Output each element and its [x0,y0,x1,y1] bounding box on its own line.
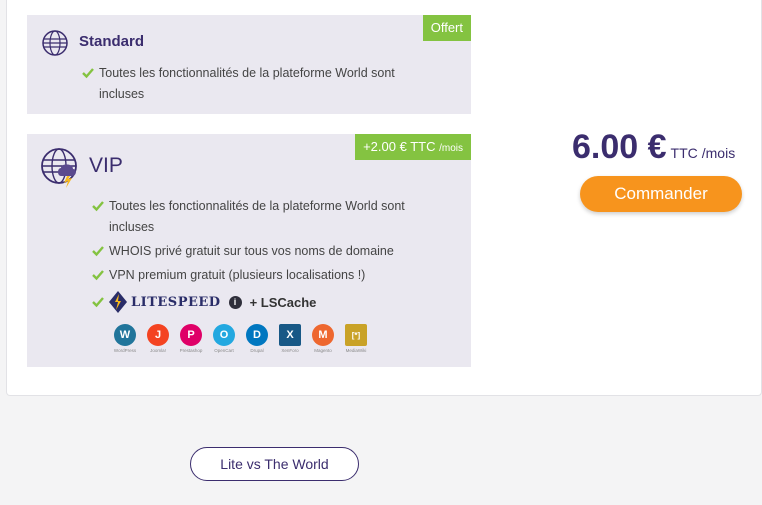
feature-item: Toutes les fonctionnalités de la platefo… [81,63,411,105]
feature-item-litespeed: LITESPEED i + LSCache [91,289,411,315]
feature-item: VPN premium gratuit (plusieurs localisat… [91,265,411,286]
plan-name-standard: Standard [79,33,145,50]
plan-option-vip[interactable]: +2.00 € TTC /mois VIP Toutes les fonctio… [27,134,471,367]
check-icon [92,201,104,212]
opencart-icon: O [213,324,235,346]
price-badge: +2.00 € TTC /mois [355,134,471,160]
order-button[interactable]: Commander [580,176,742,212]
info-icon[interactable]: i [228,295,242,309]
check-icon [82,68,94,79]
feature-list-vip: Toutes les fonctionnalités de la platefo… [91,196,411,318]
app-caption: Joomla! [150,348,166,353]
app-caption: OpenCart [214,348,234,353]
magento-icon: M [312,324,334,346]
badge-price: +2.00 € TTC [363,139,436,154]
app-drupal: D Drupal [243,324,271,353]
litespeed-logo: LITESPEED [109,291,221,313]
litespeed-row: LITESPEED i + LSCache [109,289,411,315]
app-opencart: O OpenCart [210,324,238,353]
check-icon [92,246,104,257]
litespeed-icon [109,291,127,313]
feature-list-standard: Toutes les fonctionnalités de la platefo… [81,63,411,108]
plan-card: Offert Standard Toutes les fonctionnalit… [6,0,762,396]
app-wordpress: W WordPress [111,324,139,353]
app-joomla: J Joomla! [144,324,172,353]
mediawiki-icon: [*] [345,324,367,346]
check-icon [92,270,104,281]
plan-name-vip: VIP [89,154,123,177]
app-prestashop: P Prestashop [177,324,205,353]
app-xenforo: X XenForo [276,324,304,353]
feature-text: Toutes les fonctionnalités de la platefo… [99,66,395,101]
joomla-icon: J [147,324,169,346]
feature-item: Toutes les fonctionnalités de la platefo… [91,196,411,238]
price-amount: 6.00 € [572,128,667,166]
compare-button[interactable]: Lite vs The World [190,447,359,481]
app-caption: WordPress [113,348,137,353]
price-period: /mois [701,145,736,161]
badge-period: /mois [439,143,463,154]
feature-text: Toutes les fonctionnalités de la platefo… [109,199,405,234]
lscache-label: + LSCache [249,294,317,310]
feature-item: WHOIS privé gratuit sur tous vos noms de… [91,241,411,262]
app-caption: Magento [314,348,332,353]
offered-badge: Offert [422,15,471,41]
app-caption: XenForo [281,348,299,353]
price-display: 6.00 € TTC/mois [572,128,735,167]
app-mediawiki: [*] MediaWiki [342,324,370,353]
feature-text: WHOIS privé gratuit sur tous vos noms de… [109,244,394,258]
drupal-icon: D [246,324,268,346]
plan-option-standard[interactable]: Offert Standard Toutes les fonctionnalit… [27,15,471,114]
app-caption: Prestashop [179,348,203,353]
prestashop-icon: P [180,324,202,346]
wordpress-icon: W [114,324,136,346]
feature-text: VPN premium gratuit (plusieurs localisat… [109,268,366,282]
app-caption: Drupal [250,348,264,353]
price-tax: TTC [670,145,698,161]
app-caption: MediaWiki [345,348,367,353]
xenforo-icon: X [279,324,301,346]
litespeed-label: LITESPEED [131,294,221,310]
globe-icon [42,30,68,56]
check-icon [92,297,104,308]
globe-lightning-icon [41,148,77,188]
app-magento: M Magento [309,324,337,353]
app-logos: W WordPress J Joomla! P Prestashop O Ope… [111,324,370,353]
